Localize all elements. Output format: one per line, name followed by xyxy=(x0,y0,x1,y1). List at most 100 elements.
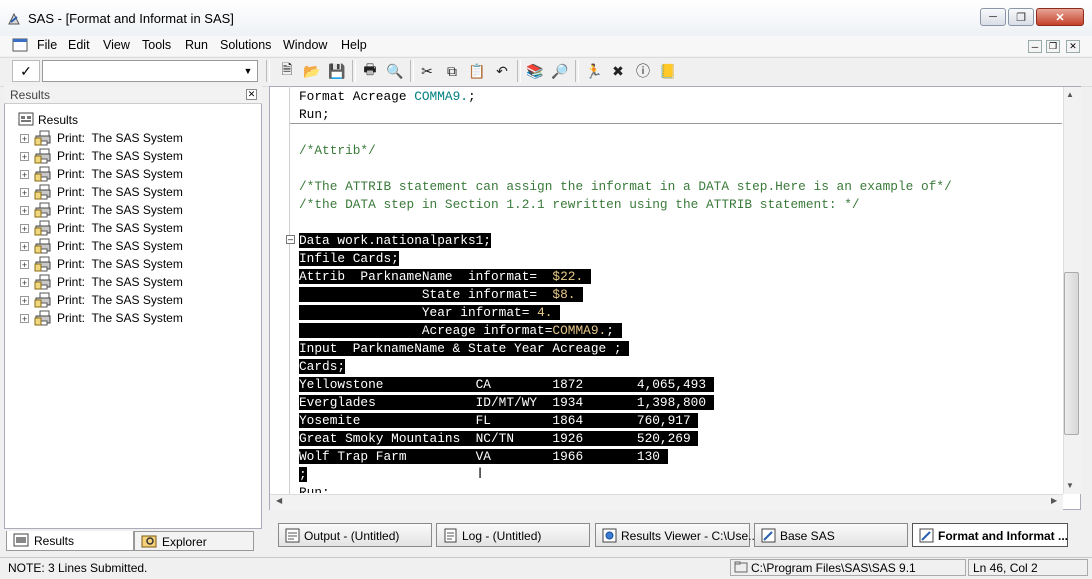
results-tree-item[interactable]: + Print: The SAS System xyxy=(20,130,250,148)
menu-window[interactable]: Window xyxy=(283,38,327,52)
results-tree-item[interactable]: + Print: The SAS System xyxy=(20,292,250,310)
results-tree-item[interactable]: + Print: The SAS System xyxy=(20,202,250,220)
results-viewer-icon xyxy=(602,528,617,543)
results-tree-item[interactable]: + Print: The SAS System xyxy=(20,148,250,166)
sas-program-icon xyxy=(761,528,776,543)
minimize-button[interactable]: ─ xyxy=(980,8,1006,26)
new-icon[interactable]: 🗎 xyxy=(277,61,297,81)
expand-icon[interactable]: + xyxy=(20,296,29,306)
selected-code-line: ; xyxy=(299,467,307,482)
cut-icon[interactable]: ✂ xyxy=(417,61,437,81)
document-window-icon[interactable] xyxy=(12,38,28,52)
tab-format-informat[interactable]: Format and Informat ... xyxy=(912,523,1068,547)
vertical-scroll-thumb[interactable] xyxy=(1064,272,1079,435)
clear-all-icon[interactable]: ✖ xyxy=(608,61,628,81)
selected-data-line: Everglades ID/MT/WY 1934 1,398,800 xyxy=(299,395,714,410)
results-item-label: Print: The SAS System xyxy=(57,167,183,181)
expand-icon[interactable]: + xyxy=(20,314,29,324)
print-output-icon xyxy=(34,310,51,326)
code-comment: /*The ATTRIB statement can assign the in… xyxy=(299,179,952,194)
command-input[interactable] xyxy=(42,60,258,82)
results-folder-icon xyxy=(18,112,34,126)
results-tree-item[interactable]: + Print: The SAS System xyxy=(20,184,250,202)
results-tree-item[interactable]: + Print: The SAS System xyxy=(20,310,250,328)
text-cursor-icon: I xyxy=(478,466,483,482)
output-window-icon xyxy=(285,528,300,543)
tab-log[interactable]: Log - (Untitled) xyxy=(436,523,590,547)
expand-icon[interactable]: + xyxy=(20,260,29,270)
tab-log-label: Log - (Untitled) xyxy=(462,529,542,543)
child-restore-button[interactable]: ❐ xyxy=(1046,40,1060,53)
copy-icon[interactable]: ⧉ xyxy=(442,61,462,81)
scroll-up-arrow-icon[interactable]: ▲ xyxy=(1066,90,1074,99)
expand-icon[interactable]: + xyxy=(20,152,29,162)
results-pane-title: Results xyxy=(10,88,51,102)
expand-icon[interactable]: + xyxy=(20,134,29,144)
execute-command-button[interactable]: ✓ xyxy=(12,60,40,82)
horizontal-scrollbar[interactable] xyxy=(270,494,1063,510)
menu-tools[interactable]: Tools xyxy=(142,38,171,52)
print-preview-icon[interactable]: 🔍 xyxy=(385,61,405,81)
window-title: SAS - [Format and Informat in SAS] xyxy=(28,11,234,26)
selected-code-line: Year informat= 4. xyxy=(299,304,561,322)
results-tree-item[interactable]: + Print: The SAS System xyxy=(20,238,250,256)
tab-output-label: Output - (Untitled) xyxy=(304,529,400,543)
expand-icon[interactable]: + xyxy=(20,242,29,252)
selected-code-line: Attrib ParknameName informat= $22. xyxy=(299,268,591,286)
scroll-right-arrow-icon[interactable]: ▶ xyxy=(1051,496,1057,505)
results-tree-item[interactable]: + Print: The SAS System xyxy=(20,220,250,238)
explorer-find-icon[interactable]: 🔎 xyxy=(550,61,570,81)
menu-file[interactable]: File xyxy=(37,38,57,52)
results-item-label: Print: The SAS System xyxy=(57,311,183,325)
print-output-icon xyxy=(34,274,51,290)
print-output-icon xyxy=(34,166,51,182)
expand-icon[interactable]: + xyxy=(20,188,29,198)
menu-help[interactable]: Help xyxy=(341,38,367,52)
print-output-icon xyxy=(34,256,51,272)
print-output-icon xyxy=(34,238,51,254)
child-minimize-button[interactable]: ─ xyxy=(1028,40,1042,53)
help-icon[interactable]: ⓘ xyxy=(633,61,653,81)
print-icon[interactable]: 🖶 xyxy=(360,61,380,81)
expand-icon[interactable]: + xyxy=(20,170,29,180)
chevron-down-icon[interactable]: ▼ xyxy=(240,62,256,80)
status-path[interactable]: C:\Program Files\SAS\SAS 9.1 xyxy=(751,561,916,575)
tab-results-viewer[interactable]: Results Viewer - C:\Use... xyxy=(595,523,758,547)
results-tree-item[interactable]: + Print: The SAS System xyxy=(20,274,250,292)
scroll-down-arrow-icon[interactable]: ▼ xyxy=(1066,481,1074,490)
tab-results[interactable]: Results xyxy=(6,531,134,551)
results-root-label[interactable]: Results xyxy=(38,113,78,127)
sas-library-icon[interactable]: 📒 xyxy=(658,61,678,81)
results-item-label: Print: The SAS System xyxy=(57,239,183,253)
sas-app-icon[interactable] xyxy=(6,11,22,27)
expand-icon[interactable]: + xyxy=(20,206,29,216)
close-button[interactable]: ✕ xyxy=(1036,8,1084,26)
collapse-toggle[interactable]: – xyxy=(286,235,295,244)
expand-icon[interactable]: + xyxy=(20,224,29,234)
print-output-icon xyxy=(34,184,51,200)
scroll-left-arrow-icon[interactable]: ◀ xyxy=(276,496,282,505)
menu-run[interactable]: Run xyxy=(185,38,208,52)
maximize-button[interactable]: ❐ xyxy=(1008,8,1034,26)
tab-base-sas[interactable]: Base SAS xyxy=(754,523,908,547)
undo-icon[interactable]: ↶ xyxy=(492,61,512,81)
expand-icon[interactable]: + xyxy=(20,278,29,288)
paste-icon[interactable]: 📋 xyxy=(467,61,487,81)
menu-view[interactable]: View xyxy=(103,38,130,52)
results-item-label: Print: The SAS System xyxy=(57,203,183,217)
submit-run-icon[interactable]: 🏃 xyxy=(584,61,604,81)
tab-explorer[interactable]: Explorer xyxy=(134,531,254,551)
menu-edit[interactable]: Edit xyxy=(68,38,90,52)
results-tree-item[interactable]: + Print: The SAS System xyxy=(20,166,250,184)
child-close-button[interactable]: ✕ xyxy=(1066,40,1080,53)
results-close-button[interactable]: ✕ xyxy=(246,89,257,100)
folder-icon xyxy=(734,561,748,573)
tab-output[interactable]: Output - (Untitled) xyxy=(278,523,432,547)
results-tree-item[interactable]: + Print: The SAS System xyxy=(20,256,250,274)
results-item-label: Print: The SAS System xyxy=(57,257,183,271)
menu-solutions[interactable]: Solutions xyxy=(220,38,271,52)
save-icon[interactable]: 💾 xyxy=(327,61,347,81)
libraries-icon[interactable]: 📚 xyxy=(525,61,545,81)
results-item-label: Print: The SAS System xyxy=(57,131,183,145)
open-icon[interactable]: 📂 xyxy=(302,61,322,81)
